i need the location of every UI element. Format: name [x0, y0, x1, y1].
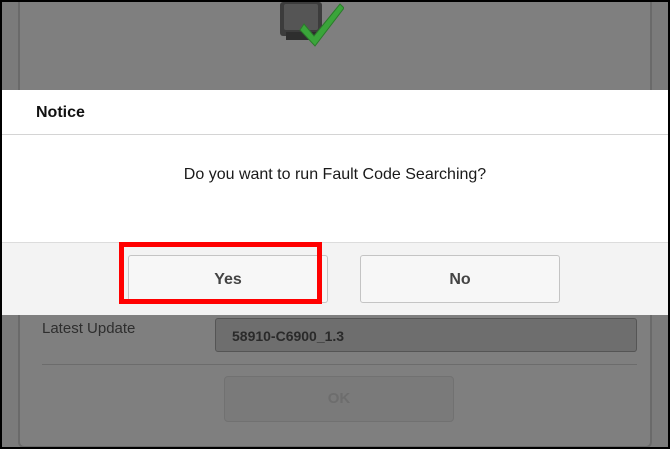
background-divider	[42, 364, 637, 365]
notice-dialog: Notice Do you want to run Fault Code Sea…	[2, 90, 668, 315]
dialog-message: Do you want to run Fault Code Searching?	[183, 166, 487, 183]
no-button[interactable]: No	[360, 255, 560, 303]
latest-update-field: 58910-C6900_1.3	[215, 318, 637, 352]
dialog-title-divider	[2, 134, 668, 135]
latest-update-label: Latest Update	[42, 320, 136, 337]
dialog-title: Notice	[36, 104, 85, 121]
ecu-device-check-icon	[280, 2, 344, 47]
yes-button[interactable]: Yes	[128, 255, 328, 303]
ok-button: OK	[224, 376, 454, 422]
app-frame: Latest Update 58910-C6900_1.3 OK Notice …	[0, 0, 670, 449]
dialog-button-bar: Yes No	[2, 242, 668, 315]
